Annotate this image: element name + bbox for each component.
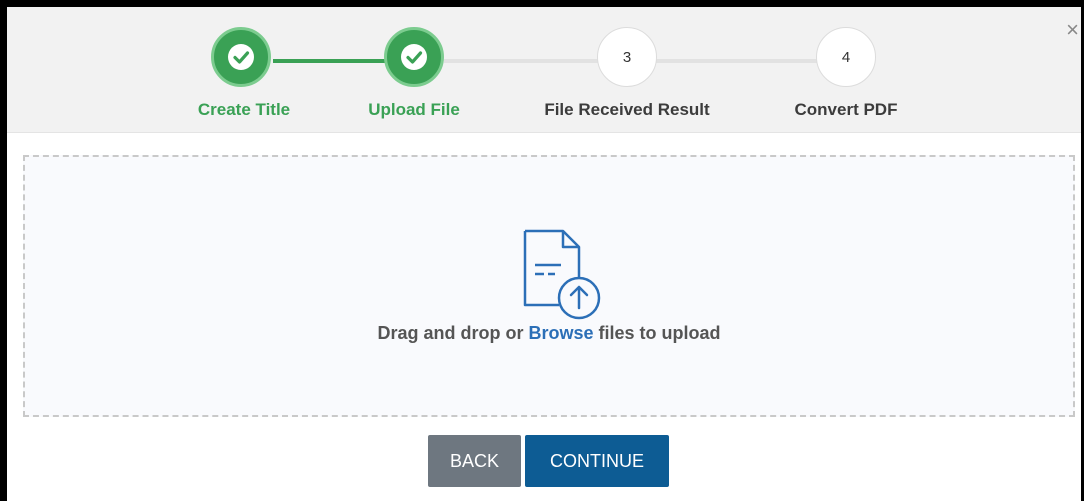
step-1-circle [211, 27, 271, 87]
browse-link[interactable]: Browse [528, 323, 593, 343]
step-2-circle [384, 27, 444, 87]
step-connector-2-3 [444, 59, 618, 63]
step-connector-3-4 [654, 59, 828, 63]
step-3-number: 3 [622, 48, 632, 66]
step-4-label: Convert PDF [794, 100, 898, 119]
step-3-label: File Received Result [544, 100, 710, 119]
file-dropzone[interactable]: Drag and drop or Browse files to upload [23, 155, 1075, 417]
check-icon [401, 44, 427, 70]
dropzone-instructions: Drag and drop or Browse files to upload [25, 323, 1073, 344]
step-4-number: 4 [841, 48, 851, 66]
close-icon[interactable]: × [1066, 19, 1079, 41]
dropzone-text-after: files to upload [593, 323, 721, 343]
dropzone-text-before: Drag and drop or [377, 323, 529, 343]
step-4-circle: 4 [816, 27, 876, 87]
step-1-label: Create Title [197, 100, 291, 119]
stepper: × 3 4 Create Title Upload File File Rece… [7, 7, 1081, 133]
check-icon [228, 44, 254, 70]
file-upload-icon [523, 229, 601, 320]
continue-button[interactable]: CONTINUE [525, 435, 669, 487]
step-3-circle: 3 [597, 27, 657, 87]
step-2-label: Upload File [368, 100, 460, 119]
back-button[interactable]: BACK [428, 435, 521, 487]
upload-dialog: × 3 4 Create Title Upload File File Rece… [0, 0, 1084, 501]
